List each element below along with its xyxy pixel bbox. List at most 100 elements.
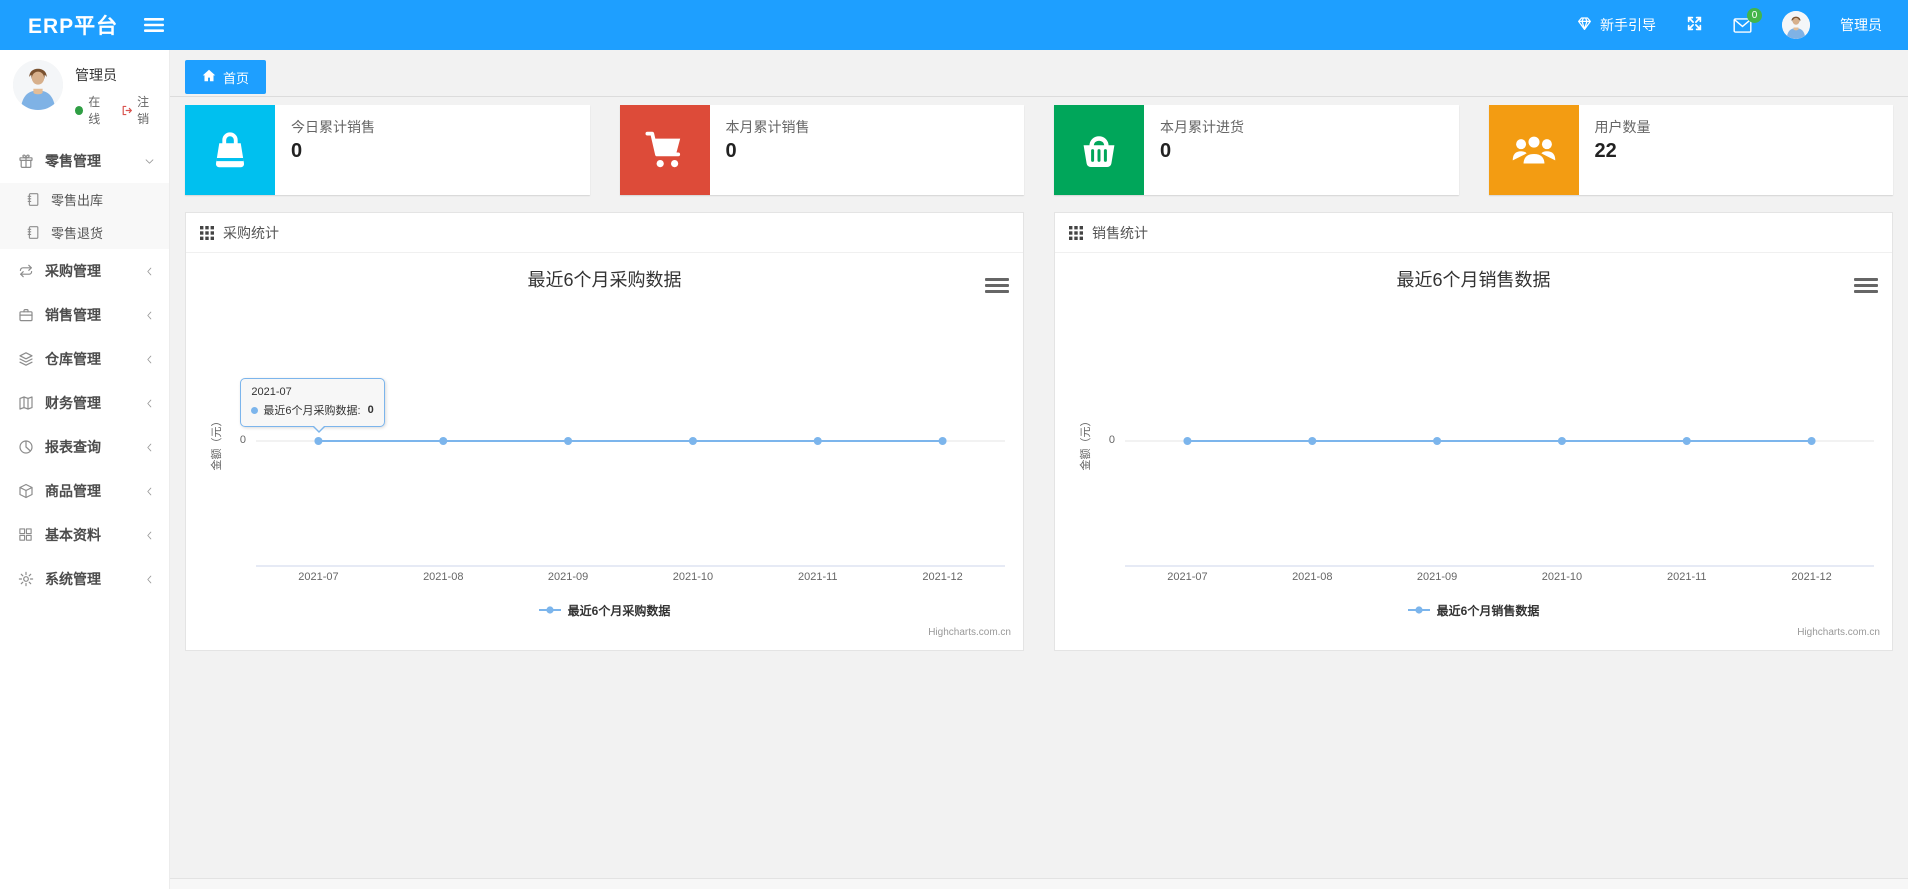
sidebar-submenu: 零售出库 零售退货 xyxy=(0,183,169,249)
panel-title: 销售统计 xyxy=(1092,224,1148,241)
stat-card-2: 本月累计进货 0 xyxy=(1054,105,1459,195)
sidebar-item-6[interactable]: 商品管理 xyxy=(0,469,169,513)
data-point[interactable] xyxy=(813,437,822,445)
data-point[interactable] xyxy=(1557,437,1566,445)
data-point[interactable] xyxy=(439,437,448,445)
y-axis-tick: 0 xyxy=(1108,434,1115,446)
sidebar-item-1[interactable]: 采购管理 xyxy=(0,249,169,293)
legend-marker-icon xyxy=(538,604,561,618)
x-axis-label: 2021-08 xyxy=(423,571,464,583)
highcharts-credit[interactable]: Highcharts.com.cn xyxy=(1797,627,1880,638)
purchase-stats-panel: 采购统计 最近6个月采购数据 金额（元） 0 2021-07 2021-08 2021-0… xyxy=(185,212,1024,651)
sales-chart: 最近6个月销售数据 金额（元） 0 2021-07 2021-08 2021-09 2021… xyxy=(1055,253,1892,650)
bag-icon xyxy=(185,105,275,195)
legend-marker-icon xyxy=(1407,604,1430,618)
legend-item[interactable]: 最近6个月销售数据 xyxy=(1055,602,1892,619)
sidebar-item-4[interactable]: 财务管理 xyxy=(0,381,169,425)
sidebar-item-label: 仓库管理 xyxy=(45,351,101,367)
app-logo[interactable]: ERP平台 xyxy=(0,10,138,40)
grid-icon xyxy=(18,527,34,543)
legend-label: 最近6个月销售数据 xyxy=(1436,604,1540,618)
guide-label: 新手引导 xyxy=(1600,17,1656,33)
chevron-left-icon xyxy=(144,530,155,541)
highcharts-credit[interactable]: Highcharts.com.cn xyxy=(928,627,1011,638)
y-axis-tick: 0 xyxy=(239,434,246,446)
stat-label: 用户数量 xyxy=(1594,119,1651,135)
sidebar-item-8[interactable]: 系统管理 xyxy=(0,557,169,601)
stat-body: 用户数量 22 xyxy=(1579,105,1667,195)
stat-value: 0 xyxy=(1160,140,1172,162)
message-count-badge: 0 xyxy=(1747,7,1762,23)
gift-icon xyxy=(18,153,34,169)
sidebar-item-5[interactable]: 报表查询 xyxy=(0,425,169,469)
series-dot-icon xyxy=(251,406,259,414)
online-status: 在线 xyxy=(88,95,101,126)
users-icon xyxy=(1488,105,1579,195)
legend-item[interactable]: 最近6个月采购数据 xyxy=(186,602,1023,619)
chevron-left-icon xyxy=(144,442,155,453)
chevron-left-icon xyxy=(144,266,155,277)
home-icon xyxy=(202,69,216,85)
navbar-right: 新手引导 0 管理员 xyxy=(1576,7,1908,39)
x-axis-label: 2021-11 xyxy=(1666,571,1707,583)
th-grid-icon xyxy=(1069,225,1083,240)
data-point[interactable] xyxy=(314,437,323,445)
sidebar-item-label: 财务管理 xyxy=(45,395,101,411)
pie-icon xyxy=(18,439,34,455)
sidebar-item-label: 系统管理 xyxy=(45,571,101,587)
fullscreen-icon[interactable] xyxy=(1686,15,1703,35)
x-axis-label: 2021-07 xyxy=(298,571,339,583)
sidebar-item-label: 采购管理 xyxy=(45,263,101,279)
guide-link[interactable]: 新手引导 xyxy=(1576,15,1656,35)
data-point[interactable] xyxy=(688,437,697,445)
user-avatar[interactable] xyxy=(1782,11,1810,39)
x-axis-label: 2021-09 xyxy=(1416,571,1458,583)
user-panel: 管理员 在线 注销 xyxy=(0,50,169,139)
tooltip-category: 2021-07 xyxy=(251,386,292,398)
panel-header: 采购统计 xyxy=(186,213,1023,253)
sidebar-item-label: 基本资料 xyxy=(45,527,101,543)
sidebar-item-0[interactable]: 零售管理 xyxy=(0,139,169,183)
plot-area xyxy=(1125,437,1874,567)
tab-home[interactable]: 首页 xyxy=(185,60,267,94)
messages-button[interactable]: 0 xyxy=(1733,7,1762,34)
package-icon xyxy=(18,483,34,499)
sidebar-avatar[interactable] xyxy=(13,60,63,110)
sidebar-toggle-icon[interactable] xyxy=(144,17,165,33)
x-axis-label: 2021-07 xyxy=(1167,571,1208,583)
briefcase-icon xyxy=(18,307,34,323)
sidebar-item-3[interactable]: 仓库管理 xyxy=(0,337,169,381)
chevron-left-icon xyxy=(144,398,155,409)
data-point[interactable] xyxy=(1807,437,1816,445)
stat-label: 本月累计进货 xyxy=(1160,119,1244,135)
sidebar-item-2[interactable]: 销售管理 xyxy=(0,293,169,337)
sidebar-subitem-0-1[interactable]: 零售退货 xyxy=(0,216,169,249)
sidebar-item-7[interactable]: 基本资料 xyxy=(0,513,169,557)
data-point[interactable] xyxy=(1183,437,1192,445)
sidebar-subitem-0-0[interactable]: 零售出库 xyxy=(0,183,169,216)
footer-divider xyxy=(170,878,1908,889)
repeat-icon xyxy=(18,263,34,279)
x-axis-label: 2021-12 xyxy=(922,571,963,583)
chevron-left-icon xyxy=(144,354,155,365)
stat-card-3: 用户数量 22 xyxy=(1488,105,1893,195)
stat-label: 今日累计销售 xyxy=(291,119,375,135)
main-content: 首页 今日累计销售 0 本月累计销售 0 本月累计进货 0 用户数量 22 采购统计 最近6个… xyxy=(170,50,1908,889)
username[interactable]: 管理员 xyxy=(1840,15,1882,35)
stat-value: 0 xyxy=(291,140,303,162)
data-point[interactable] xyxy=(1433,437,1442,445)
tooltip-series-label: 最近6个月采购数据: xyxy=(263,405,361,417)
logout-label: 注销 xyxy=(137,95,150,126)
logout-link[interactable]: 注销 xyxy=(121,93,159,127)
data-point[interactable] xyxy=(1682,437,1691,445)
data-point[interactable] xyxy=(564,437,573,445)
x-axis-label: 2021-12 xyxy=(1791,571,1832,583)
x-axis-label: 2021-08 xyxy=(1292,571,1333,583)
data-point[interactable] xyxy=(938,437,947,445)
sidebar-item-label: 商品管理 xyxy=(45,483,101,499)
stat-body: 今日累计销售 0 xyxy=(275,105,391,195)
sidebar-item-label: 销售管理 xyxy=(45,307,101,323)
data-point[interactable] xyxy=(1308,437,1317,445)
journal-icon xyxy=(26,192,42,208)
sidebar-item-label: 报表查询 xyxy=(45,439,101,455)
